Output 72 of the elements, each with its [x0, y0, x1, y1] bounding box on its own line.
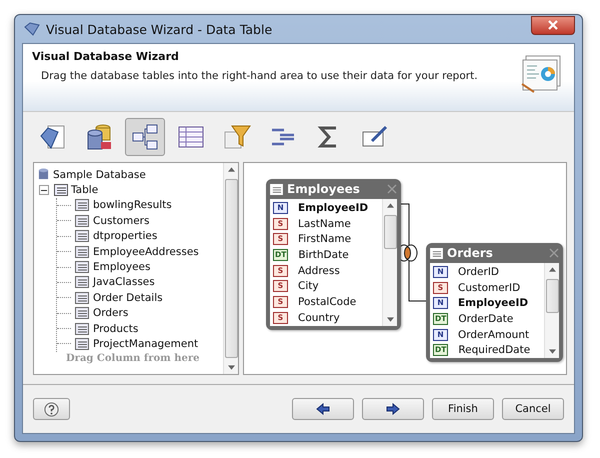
scroll-down-icon[interactable] [386, 316, 394, 322]
table-icon [75, 230, 89, 242]
field-name[interactable]: BirthDate [298, 248, 359, 261]
field-name[interactable]: City [298, 280, 329, 292]
table-icon [430, 248, 443, 258]
table-icon [75, 292, 89, 304]
scrollbar[interactable] [223, 163, 238, 374]
wizard-title: Visual Database Wizard [32, 50, 180, 63]
collapse-toggle[interactable] [39, 185, 49, 196]
tree-item[interactable]: Orders [93, 307, 128, 320]
field-name[interactable]: EmployeeID [458, 297, 538, 310]
scroll-thumb[interactable] [384, 215, 397, 249]
table-icon [75, 322, 89, 335]
field-name[interactable]: CustomerID [458, 282, 530, 294]
table-icon [270, 184, 283, 194]
dialog-button[interactable]: Finish [432, 398, 494, 420]
field-name[interactable]: EmployeeID [298, 202, 378, 214]
tree-item[interactable]: Sample Database [53, 168, 146, 181]
window-title: Visual Database Wizard - Data Table [46, 22, 274, 36]
scroll-up-icon[interactable] [228, 167, 234, 172]
field-name[interactable]: PostalCode [298, 296, 366, 308]
dialog-button[interactable]: Cancel [502, 398, 564, 420]
close-button[interactable] [531, 16, 575, 34]
table-icon [54, 184, 68, 196]
field-name[interactable]: Address [298, 264, 350, 277]
table-icon [75, 246, 89, 258]
scroll-down-icon[interactable] [228, 365, 234, 370]
tree-item[interactable]: ProjectManagement [93, 338, 198, 350]
gem-icon [24, 21, 40, 37]
table-icon [75, 199, 89, 212]
scrollbar[interactable] [382, 199, 398, 326]
table-icon [75, 276, 89, 288]
tree-item[interactable]: EmployeeAddresses [93, 246, 199, 258]
tree-item[interactable]: dtproperties [93, 230, 158, 242]
tree-item[interactable]: JavaClasses [93, 276, 155, 288]
scrollbar[interactable] [544, 263, 560, 358]
help-button[interactable] [33, 398, 70, 420]
field-name[interactable]: RequiredDate [458, 344, 540, 356]
field-name[interactable]: OrderID [458, 266, 510, 278]
wizard-description: Drag the database tables into the right-hand area to use their data for your report. [41, 70, 478, 82]
table-icon [75, 307, 89, 320]
table-icon [75, 261, 89, 274]
field-name[interactable]: OrderAmount [458, 328, 540, 341]
tree-item[interactable]: Customers [93, 214, 150, 227]
scroll-up-icon[interactable] [548, 267, 556, 272]
relations-tool-button[interactable] [125, 118, 165, 156]
tree-item[interactable]: bowlingResults [93, 199, 172, 212]
scroll-down-icon[interactable] [548, 349, 556, 354]
table-title: Orders [447, 246, 494, 260]
tree-item[interactable]: Table [71, 184, 98, 196]
scroll-thumb[interactable] [546, 279, 559, 313]
table-icon [75, 338, 89, 350]
right-arrow-icon [386, 403, 400, 415]
table-icon [75, 214, 89, 227]
database-icon [38, 168, 49, 182]
help-icon [44, 402, 59, 416]
left-arrow-icon [316, 403, 330, 415]
scroll-up-icon[interactable] [386, 203, 394, 208]
close-icon [548, 20, 558, 30]
table-title: Employees [287, 182, 361, 196]
next-button[interactable] [362, 398, 424, 420]
back-button[interactable] [292, 398, 354, 420]
field-name[interactable]: Country [298, 312, 350, 324]
drag-hint: Drag Column from here [66, 352, 200, 364]
field-name[interactable]: FirstName [298, 233, 362, 246]
field-name[interactable]: LastName [298, 218, 361, 230]
field-name[interactable]: OrderDate [458, 312, 524, 325]
scroll-thumb[interactable] [224, 179, 238, 358]
tree-item[interactable]: Order Details [93, 292, 163, 304]
tree-item[interactable]: Employees [93, 261, 150, 274]
relations-icon [130, 122, 160, 152]
tree-item[interactable]: Products [93, 322, 138, 335]
